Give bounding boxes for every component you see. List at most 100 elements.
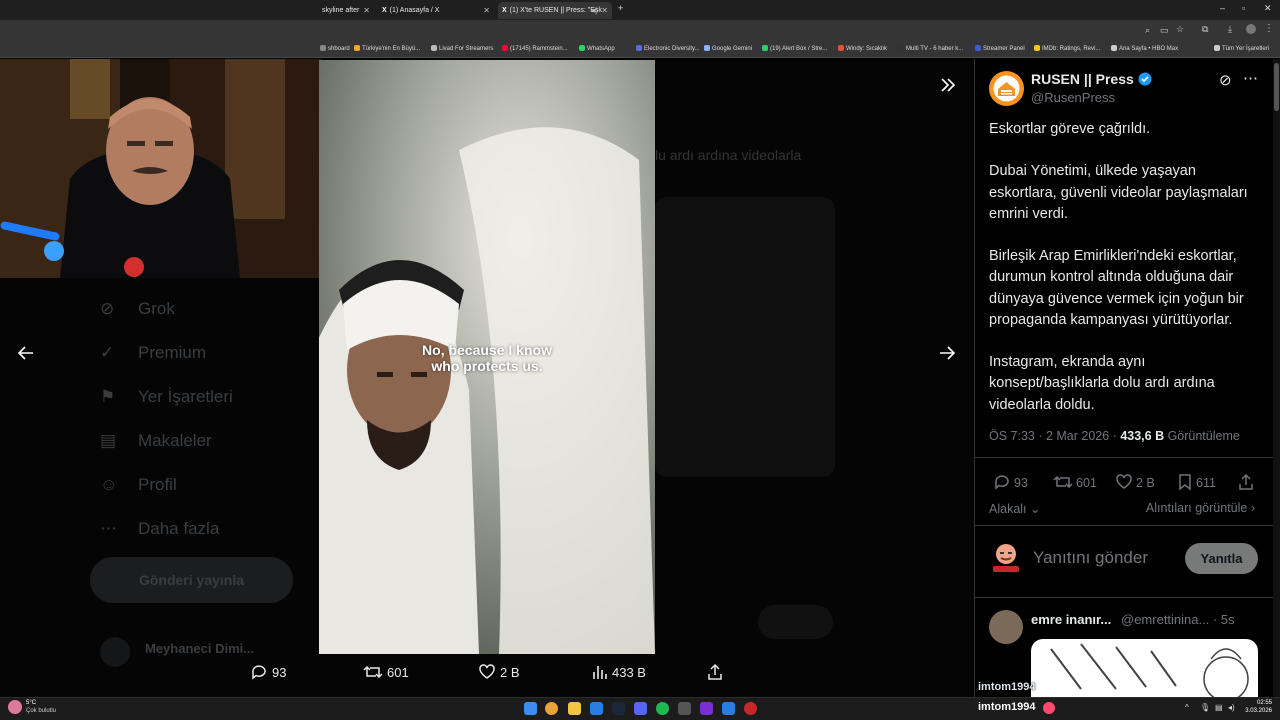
author-name-text: RUSEN || Press [1031, 71, 1134, 87]
reply-author-name[interactable]: emre inanır... [1031, 612, 1111, 627]
bookmark-label: Google Gemini [712, 46, 753, 52]
bookmark-label: Electronic Diversity... [644, 46, 700, 52]
author-name[interactable]: RUSEN || Press [1031, 71, 1152, 87]
tweet-bookmark-button[interactable]: 611 [1177, 473, 1216, 491]
chevron-right-icon: › [1247, 501, 1255, 515]
tweet-share-button[interactable] [1237, 473, 1258, 491]
bookmark-label: Tüm Yer İşaretleri [1222, 46, 1270, 52]
network-icon[interactable]: ▤ [1215, 703, 1223, 712]
reply-media-image[interactable] [1031, 639, 1258, 697]
grok-icon[interactable]: ⊘ [1219, 71, 1232, 89]
cast-icon[interactable]: ▭ [1160, 25, 1169, 36]
volume-icon[interactable]: ◂) [1228, 703, 1235, 712]
account-avatar[interactable] [100, 637, 130, 667]
video-like-count[interactable]: 2 B [478, 663, 520, 681]
bookmark-item[interactable]: (19) Alert Box / Stre... [762, 45, 827, 52]
bookmark-item[interactable]: Electronic Diversity... [636, 45, 700, 52]
reply-button[interactable]: Yanıtla [1185, 543, 1258, 574]
close-tab-icon[interactable]: ✕ [601, 2, 608, 19]
video-reply-count[interactable]: 93 [250, 663, 286, 681]
star-icon[interactable]: ☆ [1176, 24, 1184, 35]
collapse-panel-button[interactable] [940, 77, 956, 98]
tray-chevron-icon[interactable]: ^ [1185, 703, 1189, 712]
previous-media-button[interactable] [17, 345, 34, 366]
next-media-button[interactable] [939, 345, 956, 366]
tweet-timestamp[interactable]: ÖS 7:33 · 2 Mar 2026 · [989, 429, 1120, 443]
spotify-icon[interactable] [656, 702, 669, 715]
menu-icon[interactable]: ⋮ [1264, 23, 1274, 34]
post-button[interactable]: Gönderi yayınla [90, 557, 293, 603]
tweet-repost-button[interactable]: 601 [1053, 473, 1097, 491]
like-count: 2 B [500, 665, 520, 680]
tab-rusen-press[interactable]: X (1) X'te RUSEN || Press: "Esk ◂) ✕ [498, 2, 612, 19]
download-icon[interactable]: ⤓ [1228, 24, 1232, 35]
sidebar-item: ✓ Premium [100, 343, 206, 363]
extensions-icon[interactable]: ⧉ [1202, 24, 1208, 35]
discord-icon[interactable] [634, 702, 647, 715]
background-timeline: lu ardı ardına videolarla [655, 59, 835, 479]
steam-icon[interactable] [612, 702, 625, 715]
window-close-button[interactable]: ✕ [1264, 3, 1272, 14]
related-dropdown[interactable]: Alakalı ⌄ [989, 501, 1040, 516]
bookmark-item[interactable]: Windy: Sıcaklık [838, 45, 887, 52]
bookmark-item[interactable]: Türkiye'nin En Büyü... [354, 45, 420, 52]
app-icon[interactable] [700, 702, 713, 715]
share-button[interactable] [706, 663, 728, 681]
bookmark-item[interactable]: Tüm Yer İşaretleri [1214, 45, 1269, 52]
weather-desc: Çok bulutlu [26, 708, 57, 714]
profile-avatar[interactable] [1246, 24, 1256, 34]
speaker-icon[interactable]: ◂) [591, 2, 598, 19]
file-explorer-icon[interactable] [568, 702, 581, 715]
weather-icon[interactable] [8, 700, 22, 714]
calculator-icon[interactable] [678, 702, 691, 715]
app-icon[interactable] [744, 702, 757, 715]
user-avatar[interactable] [989, 540, 1023, 574]
bookmark-item[interactable]: IMDb: Ratings, Revi... [1034, 45, 1100, 52]
video-repost-count[interactable]: 601 [363, 663, 409, 681]
bookmark-item[interactable]: shboard [320, 45, 350, 52]
bookmark-item[interactable]: Livad For Streamers [431, 45, 493, 52]
divider [975, 457, 1273, 458]
scrollbar-thumb[interactable] [1274, 63, 1279, 111]
video-view-count[interactable]: 433 B [592, 663, 646, 681]
sidebar-item-label: Profil [138, 475, 177, 494]
reply-input[interactable]: Yanıtını gönder [1033, 548, 1148, 568]
bookmark-item[interactable]: Ana Sayfa • HBO Max [1111, 45, 1178, 52]
reply-icon [995, 475, 1009, 490]
bookmark-item[interactable]: WhatsApp [579, 45, 615, 52]
app-icon[interactable] [590, 702, 603, 715]
tweet-like-button[interactable]: 2 B [1115, 473, 1155, 491]
tab-skyline[interactable]: skyline after ✕ [318, 2, 374, 19]
scrollbar[interactable] [1273, 59, 1280, 697]
reply-author-avatar[interactable] [989, 610, 1023, 644]
minimize-button[interactable]: – [1220, 3, 1225, 13]
close-tab-icon[interactable]: ✕ [363, 2, 370, 19]
mic-icon[interactable]: 🎙 [1200, 703, 1210, 712]
app-icon[interactable] [722, 702, 735, 715]
maximize-button[interactable]: ▫ [1242, 3, 1245, 13]
more-options-icon[interactable]: ⋯ [1243, 69, 1258, 87]
video-player[interactable]: No, because I know who protects us. [319, 60, 655, 654]
view-quotes-link[interactable]: Alıntıları görüntüle › [1146, 501, 1255, 515]
clock-date[interactable]: 3.03.2026 [1240, 708, 1272, 714]
tab-anasayfa[interactable]: X (1) Anasayfa / X ✕ [378, 2, 494, 19]
close-tab-icon[interactable]: ✕ [483, 2, 490, 19]
bookmark-favicon-icon [636, 45, 642, 51]
reply-count: 93 [1014, 476, 1028, 490]
author-handle[interactable]: @RusenPress [1031, 90, 1115, 105]
search-icon[interactable]: ⌕ [1145, 25, 1150, 36]
chrome-icon[interactable] [545, 702, 558, 715]
bookmark-item[interactable]: Streamer Panel [975, 45, 1025, 52]
clock-time[interactable]: 02:55 [1252, 700, 1272, 706]
bookmark-item[interactable]: Multi TV - 6 haber k... [898, 45, 963, 52]
sidebar-item: ⋯ Daha fazla [100, 519, 219, 539]
author-avatar[interactable] [989, 71, 1024, 106]
bookmark-item[interactable]: Google Gemini [704, 45, 752, 52]
windows-start-icon[interactable] [524, 702, 537, 715]
bookmark-favicon-icon [431, 45, 437, 51]
bookmark-label: (17145) Rammstein... [510, 46, 568, 52]
bookmark-item[interactable]: (17145) Rammstein... [502, 45, 568, 52]
tweet-reply-button[interactable]: 93 [993, 473, 1028, 491]
reply-author-handle[interactable]: @emrettinina... · 5s [1121, 612, 1235, 627]
new-tab-button[interactable]: + [618, 3, 623, 13]
